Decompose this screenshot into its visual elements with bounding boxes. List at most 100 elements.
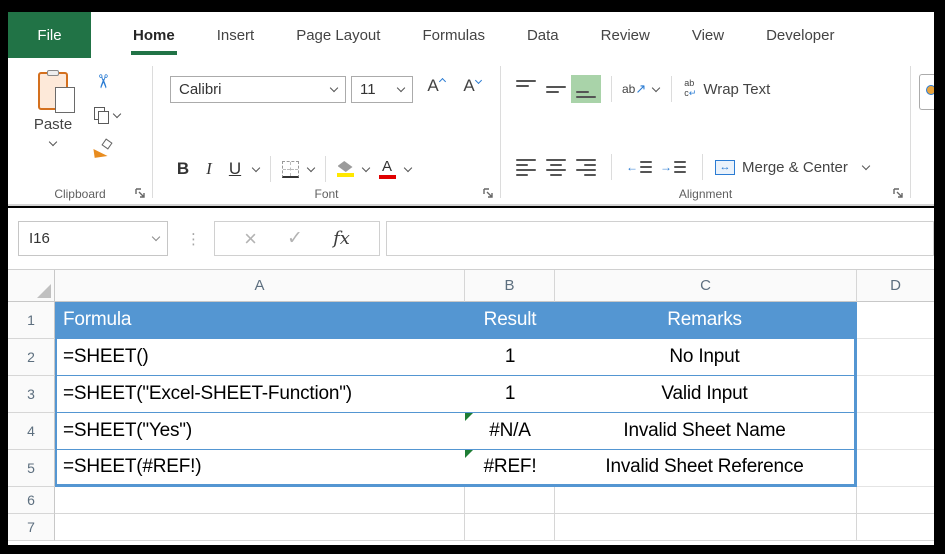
insert-function-icon[interactable]: fx (333, 228, 350, 249)
row-header-1[interactable]: 1 (8, 302, 55, 339)
formula-bar-drag-dots-icon[interactable]: ⋮ (186, 221, 201, 256)
tab-view[interactable]: View (671, 12, 745, 58)
borders-dropdown-icon (306, 163, 316, 172)
enter-check-icon[interactable]: ✓ (287, 227, 303, 250)
font-size-dropdown-icon[interactable] (396, 83, 406, 93)
name-box-dropdown-icon[interactable] (151, 232, 161, 242)
name-box-value: I16 (29, 230, 50, 247)
cell-a1[interactable]: Formula (55, 302, 465, 339)
partial-ribbon-button[interactable] (919, 74, 934, 110)
row-header-6[interactable]: 6 (8, 487, 55, 514)
row-header-4[interactable]: 4 (8, 413, 55, 450)
cell-c4[interactable]: Invalid Sheet Name (555, 413, 857, 450)
bold-button[interactable]: B (170, 155, 196, 183)
row-header-2[interactable]: 2 (8, 339, 55, 376)
tab-insert[interactable]: Insert (196, 12, 276, 58)
cell-c5[interactable]: Invalid Sheet Reference (555, 450, 857, 487)
column-header-c[interactable]: C (555, 270, 857, 302)
cell-d3[interactable] (857, 376, 934, 413)
row-header-5[interactable]: 5 (8, 450, 55, 487)
tab-data[interactable]: Data (506, 12, 580, 58)
cell-d5[interactable] (857, 450, 934, 487)
align-center-button[interactable] (541, 153, 571, 181)
decrease-font-size-button[interactable]: A (457, 76, 487, 103)
orientation-button[interactable]: ab ↗ (622, 81, 661, 97)
cell-d4[interactable] (857, 413, 934, 450)
tab-review[interactable]: Review (580, 12, 671, 58)
align-bottom-button[interactable] (571, 75, 601, 103)
wrap-text-icon: ab c↵ (684, 78, 697, 98)
cell-c7[interactable] (555, 514, 857, 541)
cell-a7[interactable] (55, 514, 465, 541)
cell-a5[interactable]: =SHEET(#REF!) (55, 450, 465, 487)
borders-dropdown[interactable] (303, 155, 319, 183)
formula-input[interactable] (386, 221, 934, 256)
cell-a2[interactable]: =SHEET() (55, 339, 465, 376)
underline-dropdown[interactable] (248, 155, 264, 183)
cell-b3[interactable]: 1 (465, 376, 555, 413)
cell-d1[interactable] (857, 302, 934, 339)
paste-button[interactable]: Paste (22, 68, 84, 180)
font-dialog-launcher-icon[interactable] (482, 187, 495, 200)
cell-c6[interactable] (555, 487, 857, 514)
column-header-d[interactable]: D (857, 270, 934, 302)
cell-b1[interactable]: Result (465, 302, 555, 339)
cell-b7[interactable] (465, 514, 555, 541)
increase-font-size-button[interactable]: A (421, 76, 451, 103)
cell-b4[interactable]: #N/A (465, 413, 555, 450)
align-right-button[interactable] (571, 153, 601, 181)
font-color-button[interactable]: A (374, 155, 400, 183)
cell-b5[interactable]: #REF! (465, 450, 555, 487)
font-name-select[interactable]: Calibri (170, 76, 346, 103)
cell-d7[interactable] (857, 514, 934, 541)
underline-button[interactable]: U (222, 155, 248, 183)
cell-c1[interactable]: Remarks (555, 302, 857, 339)
tab-developer[interactable]: Developer (745, 12, 855, 58)
orientation-dropdown-icon[interactable] (652, 83, 661, 92)
cell-b2[interactable]: 1 (465, 339, 555, 376)
format-painter-button[interactable] (93, 138, 120, 160)
cell-a4[interactable]: =SHEET("Yes") (55, 413, 465, 450)
select-all-corner[interactable] (8, 270, 55, 302)
fill-color-dropdown[interactable] (358, 155, 374, 183)
font-color-dropdown[interactable] (400, 155, 416, 183)
align-top-button[interactable] (511, 75, 541, 103)
alignment-dialog-launcher-icon[interactable] (892, 187, 905, 200)
wrap-text-button[interactable]: ab c↵ Wrap Text (684, 78, 770, 99)
row-header-3[interactable]: 3 (8, 376, 55, 413)
cell-a3[interactable]: =SHEET("Excel-SHEET-Function") (55, 376, 465, 413)
borders-button[interactable] (277, 155, 303, 183)
row-header-7[interactable]: 7 (8, 514, 55, 541)
align-middle-button[interactable] (541, 75, 571, 103)
copy-dropdown-icon[interactable] (112, 109, 122, 118)
cell-d6[interactable] (857, 487, 934, 514)
tab-formulas[interactable]: Formulas (401, 12, 506, 58)
tab-file[interactable]: File (8, 12, 91, 58)
tab-home[interactable]: Home (112, 12, 196, 58)
clipboard-dialog-launcher-icon[interactable] (134, 187, 147, 200)
column-header-a[interactable]: A (55, 270, 465, 302)
increase-indent-button[interactable]: → (660, 160, 686, 174)
error-indicator-icon (465, 450, 473, 458)
cell-b6[interactable] (465, 487, 555, 514)
merge-center-dropdown-icon[interactable] (861, 161, 871, 170)
fill-color-button[interactable] (332, 155, 358, 183)
cell-c2[interactable]: No Input (555, 339, 857, 376)
cell-d2[interactable] (857, 339, 934, 376)
column-header-b[interactable]: B (465, 270, 555, 302)
cancel-icon[interactable]: × (244, 226, 257, 252)
font-name-dropdown-icon[interactable] (329, 83, 339, 93)
align-left-button[interactable] (511, 153, 541, 181)
cut-button[interactable]: ✂ (91, 70, 120, 92)
orientation-ab-label: ab (622, 82, 636, 96)
font-size-select[interactable]: 11 (351, 76, 413, 103)
name-box[interactable]: I16 (18, 221, 168, 256)
paste-dropdown-icon[interactable] (48, 137, 58, 147)
merge-center-button[interactable]: ↔ Merge & Center (715, 159, 871, 176)
cell-a6[interactable] (55, 487, 465, 514)
cell-c3[interactable]: Valid Input (555, 376, 857, 413)
decrease-indent-button[interactable]: ← (626, 160, 652, 174)
tab-page-layout[interactable]: Page Layout (275, 12, 401, 58)
italic-button[interactable]: I (196, 155, 222, 183)
copy-button[interactable] (94, 104, 122, 126)
